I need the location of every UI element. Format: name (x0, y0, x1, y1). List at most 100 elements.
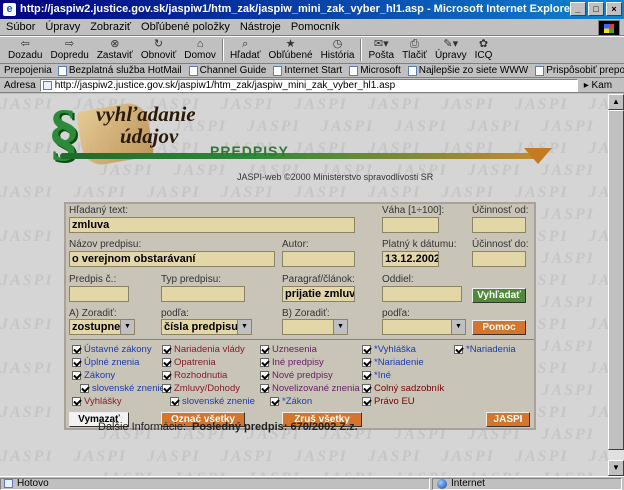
checkbox-customs-tariff[interactable]: Colný sadzobník (362, 383, 444, 394)
checkbox-treaties[interactable]: Zmluvy/Dohody (162, 383, 240, 394)
vertical-scrollbar[interactable]: ▲ ▼ (608, 94, 624, 476)
page-done-icon (4, 479, 13, 488)
search-button[interactable]: ⌕ Hľadať (226, 37, 265, 63)
scroll-thumb[interactable] (608, 110, 624, 450)
checkbox-checked-icon (162, 384, 171, 393)
menu-tools[interactable]: Nástroje (240, 21, 281, 33)
close-button[interactable]: × (606, 2, 622, 16)
checkbox-eu-regulation[interactable]: *Nariadenie (362, 357, 424, 368)
valid-date-input[interactable]: 13.12.2002 (382, 251, 439, 267)
sort-a-by-select[interactable]: čísla predpisu ▼ (161, 319, 252, 335)
checkbox-new-regulations[interactable]: Nové predpisy (260, 370, 333, 381)
page-icon (407, 65, 417, 76)
favorites-button[interactable]: ★ Obľúbené (265, 37, 317, 63)
menu-help[interactable]: Pomocník (291, 21, 340, 33)
checkbox-checked-icon (362, 345, 371, 354)
help-button[interactable]: Pomoc (472, 320, 526, 335)
edit-button[interactable]: ✎▾ Úpravy (431, 37, 471, 63)
copyright-text: JASPI-web ©2000 Ministerstvo spravodlivo… (237, 172, 434, 182)
link-microsoft[interactable]: Microsoft (349, 65, 401, 76)
checkbox-constitutional-laws[interactable]: Ústavné zákony (72, 344, 152, 355)
checkbox-full-texts[interactable]: Úplné znenia (72, 357, 139, 368)
minimize-button[interactable]: _ (570, 2, 586, 16)
globe-icon (437, 478, 447, 489)
paragraph-input[interactable]: prijatie zmluvy (282, 286, 355, 302)
menu-edit[interactable]: Úpravy (45, 21, 80, 33)
link-customize[interactable]: Prispôsobiť prepojenia (535, 65, 624, 76)
checkbox-eu-other[interactable]: *Iné (362, 370, 391, 381)
checkbox-amended-texts[interactable]: Novelizované znenia (260, 383, 360, 394)
checkbox-checked-icon (260, 345, 269, 354)
toolbar: ⇦ Dozadu ⇨ Dopredu ⊗ Zastaviť ↻ Obnoviť ⌂ Dom… (0, 36, 624, 64)
section-input[interactable] (382, 286, 462, 302)
info-label: Ďalšie Informácie: (98, 421, 187, 433)
checkbox-laws[interactable]: Zákony (72, 370, 115, 381)
history-icon: ◷ (332, 38, 343, 50)
checkbox-decisions[interactable]: Rozhodnutia (162, 370, 227, 381)
effective-from-input[interactable] (472, 217, 526, 233)
icq-button[interactable]: ✿ ICQ (471, 37, 497, 63)
sort-b-by-select[interactable]: ▼ (382, 319, 466, 335)
mail-button[interactable]: ✉▾ Pošta (364, 37, 398, 63)
stop-button[interactable]: ⊗ Zastaviť (93, 37, 137, 63)
history-button[interactable]: ◷ História (317, 37, 359, 63)
checkbox-eu-law[interactable]: *Zákon (270, 396, 312, 407)
link-channel-guide[interactable]: Channel Guide (188, 65, 266, 76)
checkbox-eu-regulations[interactable]: *Nariadenia (454, 344, 516, 355)
name-input[interactable]: o verejnom obstarávaní (69, 251, 275, 267)
page-icon (349, 65, 359, 76)
scroll-down-arrow-icon[interactable]: ▼ (608, 460, 624, 476)
sort-a-label: A) Zoradiť: (69, 308, 117, 319)
author-input[interactable] (282, 251, 355, 267)
menu-file[interactable]: Súbor (6, 21, 35, 33)
refresh-button[interactable]: ↻ Obnoviť (137, 37, 180, 63)
section-label: Oddiel: (382, 274, 414, 285)
sort-a-order-select[interactable]: zostupne ▼ (69, 319, 135, 335)
go-button[interactable]: ▸ Kam (584, 80, 612, 91)
menu-favorites[interactable]: Obľúbené položky (141, 21, 230, 33)
info-value: Posledný predpis: 670/2002 Z.z. (192, 421, 358, 433)
jaspi-button[interactable]: JASPI (486, 412, 530, 427)
window-title: http://jaspiw2.justice.gov.sk/jaspiw1/ht… (20, 3, 575, 15)
checkbox-eu-decree[interactable]: *Vyhláška (362, 344, 416, 355)
sort-b-order-select[interactable]: ▼ (282, 319, 348, 335)
form-divider (70, 339, 534, 340)
search-button[interactable]: Vyhľadať (472, 288, 526, 303)
checkbox-other-regulations[interactable]: Iné predpisy (260, 357, 324, 368)
windows-logo-icon (598, 20, 620, 36)
effective-to-input[interactable] (472, 251, 526, 267)
checkbox-government-regulations[interactable]: Nariadenia vlády (162, 344, 245, 355)
link-hotmail[interactable]: Bezplatná služba HotMail (57, 65, 182, 76)
search-form: Hľadaný text: zmluva Váha [1÷100]: Účinn… (64, 202, 536, 430)
sort-a-by-label: podľa: (161, 308, 189, 319)
maximize-button[interactable]: □ (588, 2, 604, 16)
checkbox-decrees[interactable]: Vyhlášky (72, 396, 122, 407)
sort-b-label: B) Zoradiť: (282, 308, 330, 319)
back-button[interactable]: ⇦ Dozadu (4, 37, 46, 63)
link-best-of-web[interactable]: Najlepšie zo siete WWW (407, 65, 528, 76)
menu-view[interactable]: Zobraziť (90, 21, 131, 33)
scroll-up-arrow-icon[interactable]: ▲ (608, 94, 624, 110)
number-input[interactable] (69, 286, 129, 302)
checkbox-checked-icon (162, 345, 171, 354)
valid-date-label: Platný k dátumu: (382, 239, 457, 250)
checkbox-resolutions[interactable]: Uznesenia (260, 344, 317, 355)
search-text-input[interactable]: zmluva (69, 217, 355, 233)
home-button[interactable]: ⌂ Domov (180, 37, 220, 63)
paragraph-label: Paragraf/článok: (282, 274, 355, 285)
checkbox-checked-icon (270, 397, 279, 406)
stop-icon: ⊗ (110, 38, 120, 50)
print-icon: ⎙ (410, 38, 419, 50)
checkbox-eu-legislation[interactable]: Právo EU (362, 396, 415, 407)
print-button[interactable]: ⎙ Tlačiť (398, 37, 431, 63)
forward-button[interactable]: ⇨ Dopredu (46, 37, 92, 63)
favorites-icon: ★ (285, 38, 296, 50)
checkbox-slovak-version-laws[interactable]: slovenské znenie (80, 383, 165, 394)
checkbox-measures[interactable]: Opatrenia (162, 357, 216, 368)
checkbox-slovak-version-treaties[interactable]: slovenské znenie (170, 396, 255, 407)
weight-input[interactable] (382, 217, 439, 233)
link-internet-start[interactable]: Internet Start (273, 65, 342, 76)
type-input[interactable] (161, 286, 245, 302)
checkbox-checked-icon (80, 384, 89, 393)
address-input[interactable]: http://jaspiw2.justice.gov.sk/jaspiw1/ht… (39, 79, 578, 92)
